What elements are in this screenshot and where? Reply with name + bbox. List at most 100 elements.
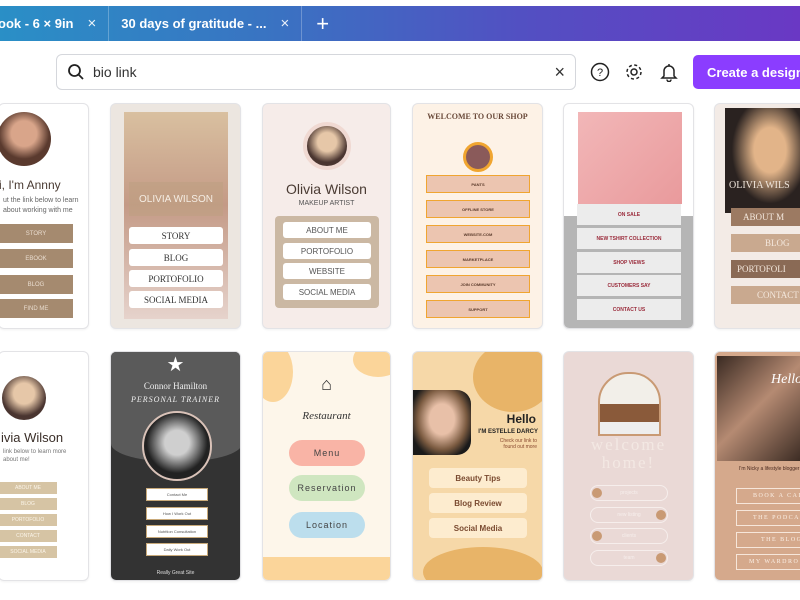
decor-wave <box>263 557 390 580</box>
link-button: Beauty Tips <box>429 468 527 488</box>
template-photo <box>598 372 661 436</box>
link-button: ABOUT ME <box>283 222 371 238</box>
template-title: WELCOME TO OUR SHOP <box>427 112 528 121</box>
greeting: i, I'm Annny <box>0 178 61 192</box>
template-title: welcome home! <box>590 435 667 472</box>
template-title: Olivia Wilson <box>286 181 367 197</box>
template-title: Hello <box>506 412 536 426</box>
link-button: THE PODCAS <box>736 510 800 526</box>
link-button: STORY <box>129 227 223 244</box>
gear-icon[interactable] <box>622 60 646 84</box>
profile-photo <box>142 411 212 481</box>
link-button: Location <box>289 512 365 538</box>
link-button: CONTACT <box>0 530 57 542</box>
link-button: Daily Work Out <box>146 543 208 556</box>
close-icon[interactable]: × <box>280 15 289 32</box>
link-button: PORTOFOLIO <box>0 514 57 526</box>
link-button: WEBSITE <box>283 263 371 279</box>
link-button: MARKETPLACE <box>426 250 530 268</box>
intro-text: link below to learn more about me! <box>3 449 67 463</box>
search-box[interactable]: × <box>56 54 576 90</box>
template-title: ivia Wilson <box>1 430 64 445</box>
template-title: OLIVIA WILSON <box>129 182 223 216</box>
profile-photo <box>303 122 351 170</box>
link-button: BLOG <box>0 275 73 294</box>
template-card[interactable]: OLIVIA WILS ABOUT M BLOG PORTOFOLI CONTA… <box>714 103 800 329</box>
link-button: How I Work Out <box>146 507 208 520</box>
template-card[interactable]: i, I'm Annny ut the link below to learn … <box>0 103 89 329</box>
toolbar: × ? Create a design <box>0 54 800 90</box>
template-subtitle: PERSONAL TRAINER <box>131 395 220 404</box>
link-button: OFFLINE STORE <box>426 200 530 218</box>
intro-text: I'm Nicky a lifestyle blogger <box>739 466 800 472</box>
profile-photo <box>0 112 51 166</box>
link-button: ABOUT M <box>731 208 800 226</box>
bullet-dot <box>656 510 666 520</box>
link-button: CUSTOMERS SAY <box>577 275 681 296</box>
template-photo <box>578 112 682 204</box>
template-card[interactable]: ★ Connor Hamilton PERSONAL TRAINER Conta… <box>110 351 241 581</box>
link-button: Menu <box>289 440 365 466</box>
template-card[interactable]: Hello I'M ESTELLE DARCY Check our link t… <box>412 351 543 581</box>
tab-label: 30 days of gratitude - ... <box>121 16 267 31</box>
template-card[interactable]: Olivia Wilson MAKEUP ARTIST ABOUT ME POR… <box>262 103 391 329</box>
template-title: Hello <box>771 372 800 387</box>
link-button: ON SALE <box>577 204 681 225</box>
link-button: PORTOFOLIO <box>129 270 223 287</box>
template-subtitle: I'M ESTELLE DARCY <box>478 429 538 435</box>
help-icon[interactable]: ? <box>588 60 612 84</box>
link-button: BLOG <box>0 498 57 510</box>
template-subtitle: MAKEUP ARTIST <box>298 200 355 207</box>
link-button: BLOG <box>731 234 800 252</box>
close-icon[interactable]: × <box>88 15 97 32</box>
link-button: FIND ME <box>0 299 73 318</box>
svg-text:?: ? <box>597 67 603 79</box>
tab-label: ook - 6 × 9in <box>0 16 74 31</box>
search-input[interactable] <box>93 64 555 80</box>
footer-text: Really Great Site <box>156 570 195 576</box>
profile-photo <box>463 142 493 172</box>
tab-bar: ook - 6 × 9in × 30 days of gratitude - .… <box>0 6 800 41</box>
link-button: SHOP VIEWS <box>577 252 681 273</box>
link-button: ABOUT ME <box>0 482 57 494</box>
link-button: MY WARDRO <box>736 554 800 570</box>
link-button: WEBSITE.COM <box>426 225 530 243</box>
template-title: Restaurant <box>302 410 351 422</box>
link-button: Nutrition Consultation <box>146 525 208 538</box>
link-button: SOCIAL MEDIA <box>129 291 223 308</box>
link-button: BLOG <box>129 249 223 266</box>
link-button: CONTACT US <box>577 299 681 320</box>
link-button: SOCIAL MEDIA <box>283 284 371 300</box>
search-icon <box>68 64 84 80</box>
link-button: PORTOFOLI <box>731 260 800 278</box>
new-tab-button[interactable]: + <box>316 11 329 37</box>
bullet-dot <box>592 531 602 541</box>
create-design-button[interactable]: Create a design <box>693 55 800 89</box>
template-title: OLIVIA WILS <box>729 180 790 191</box>
template-card[interactable]: ivia Wilson link below to learn more abo… <box>0 351 89 581</box>
link-button: CONTACT <box>731 286 800 304</box>
intro-text: Check our link to found out more <box>499 438 537 450</box>
bullet-dot <box>592 488 602 498</box>
link-button: PORTOFOLIO <box>283 243 371 259</box>
template-card[interactable]: OLIVIA WILSON STORY BLOG PORTOFOLIO SOCI… <box>110 103 241 329</box>
link-button: SUPPORT <box>426 300 530 318</box>
decor-blob <box>423 547 542 580</box>
tab-book[interactable]: ook - 6 × 9in × <box>0 6 110 41</box>
template-photo <box>725 108 800 213</box>
profile-photo <box>2 376 46 420</box>
tab-gratitude[interactable]: 30 days of gratitude - ... × <box>109 6 303 41</box>
bullet-dot <box>656 553 666 563</box>
bell-icon[interactable] <box>657 60 681 84</box>
template-card[interactable]: welcome home! projects new listing clien… <box>563 351 694 581</box>
table-icon: ⌂ <box>321 374 332 394</box>
template-card[interactable]: Hello I'm Nicky a lifestyle blogger BOOK… <box>714 351 800 581</box>
clear-search-icon[interactable]: × <box>554 62 565 83</box>
template-card[interactable]: WELCOME TO OUR SHOP PANTS OFFLINE STORE … <box>412 103 543 329</box>
link-button: EBOOK <box>0 249 73 268</box>
link-button: Social Media <box>429 518 527 538</box>
link-button: NEW TSHIRT COLLECTION <box>577 228 681 249</box>
link-button: Blog Review <box>429 493 527 513</box>
template-card[interactable]: ⌂ Restaurant Menu Reservation Location <box>262 351 391 581</box>
template-card[interactable]: ON SALE NEW TSHIRT COLLECTION SHOP VIEWS… <box>563 103 694 329</box>
